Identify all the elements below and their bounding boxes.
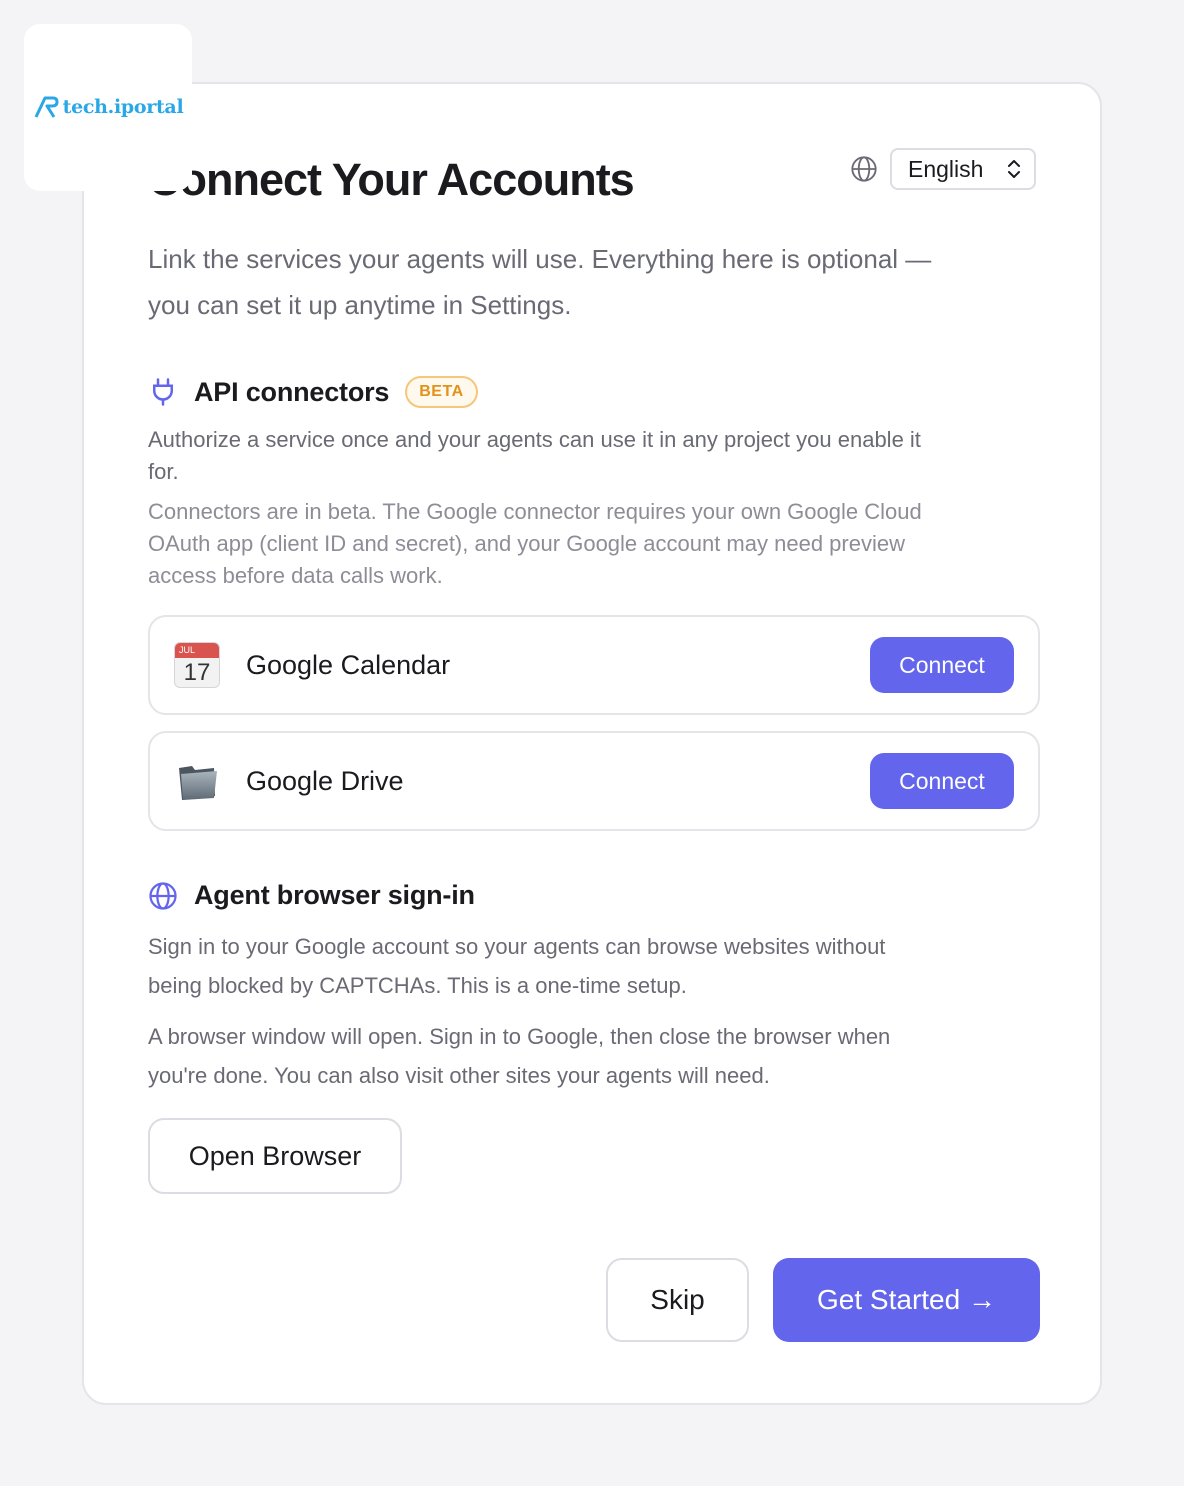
connector-name: Google Drive [246,765,404,796]
note-line: OAuth app (client ID and secret), and yo… [148,531,905,556]
language-select[interactable]: English [890,148,1036,190]
description-line: Sign in to your Google account so your a… [148,934,886,959]
globe-icon [851,156,877,182]
language-picker: English [850,148,1036,190]
connect-google-drive-button[interactable]: Connect [870,753,1014,809]
plug-icon [153,378,173,406]
intro-line: Link the services your agents will use. … [148,244,932,274]
open-browser-button[interactable]: Open Browser [148,1118,402,1194]
api-beta-note: Connectors are in beta. The Google conne… [148,496,1038,592]
browser-description: Sign in to your Google account so your a… [148,927,1038,1005]
api-description: Authorize a service once and your agents… [148,424,1038,488]
calendar-icon: JUL 17 [174,642,220,688]
beta-badge: BETA [405,376,478,408]
page-title: Connect Your Accounts [148,154,635,205]
note-line: access before data calls work. [148,563,443,588]
folder-icon [179,766,217,800]
calendar-month: JUL [175,643,219,658]
logo-mark: tech.iportal [33,94,184,120]
connector-row-google-drive: Google Drive Connect [148,731,1040,831]
description-line: you're done. You can also visit other si… [148,1063,770,1088]
connector-name: Google Calendar [246,649,451,680]
language-value: English [908,155,984,182]
browser-instructions: A browser window will open. Sign in to G… [148,1017,1038,1095]
logo: tech.iportal [24,24,192,191]
api-connectors-heading: API connectors BETA [148,376,478,408]
connect-google-calendar-button[interactable]: Connect [870,637,1014,693]
description-line: being blocked by CAPTCHAs. This is a one… [148,973,687,998]
browser-signin-heading: Agent browser sign-in [148,880,475,911]
description-line: A browser window will open. Sign in to G… [148,1024,891,1049]
logo-text: tech.iportal [62,95,184,118]
logo-icon [34,96,59,118]
note-line: Connectors are in beta. The Google conne… [148,499,922,524]
section-title: Agent browser sign-in [194,880,475,910]
intro-line: you can set it up anytime in Settings. [148,290,572,320]
skip-button[interactable]: Skip [606,1258,749,1342]
intro-text: Link the services your agents will use. … [148,236,1048,328]
get-started-button[interactable]: Get Started → [773,1258,1040,1342]
description-line: for. [148,459,179,484]
calendar-day: 17 [183,659,211,686]
onboarding-card: Connect Your Accounts English Link the s… [82,82,1102,1405]
description-line: Authorize a service once and your agents… [148,427,921,452]
section-title: API connectors [194,376,390,407]
chevron-up-down-icon [1008,160,1020,178]
connector-row-google-calendar: JUL 17 Google Calendar Connect [148,615,1040,715]
globe-icon [149,881,177,910]
